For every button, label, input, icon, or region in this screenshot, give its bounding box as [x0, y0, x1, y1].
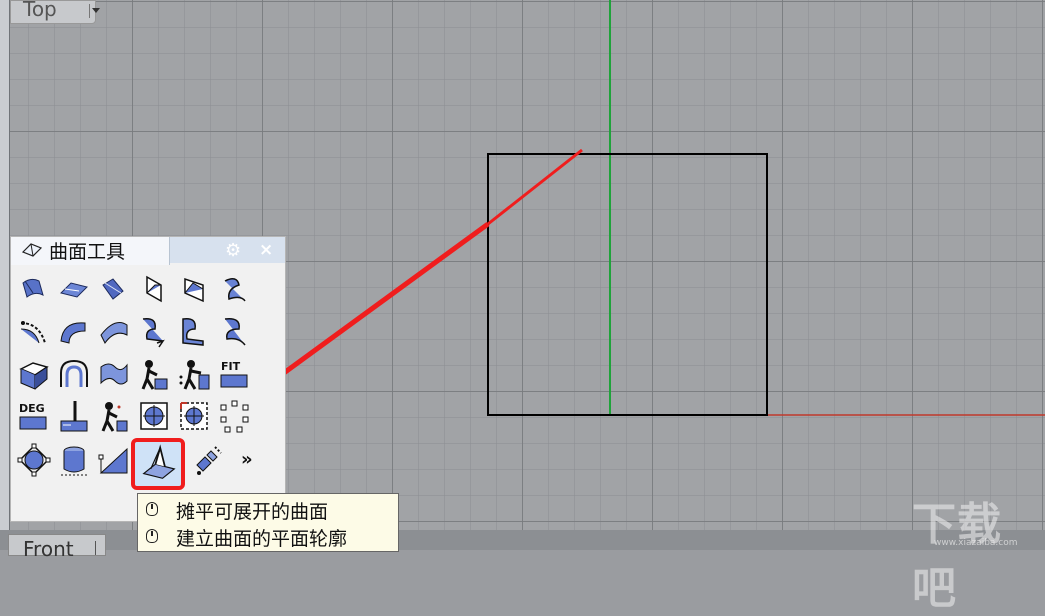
surface-bend-icon[interactable] — [57, 315, 91, 349]
surface-person2-icon[interactable] — [177, 357, 211, 391]
surface-extend-icon[interactable] — [217, 315, 251, 349]
left-mouse-icon — [146, 502, 158, 516]
gear-icon[interactable]: ⚙ — [225, 242, 243, 260]
surface-shade-icon[interactable] — [17, 357, 51, 391]
unroll-surface-icon[interactable] — [139, 443, 179, 483]
surface-plane-icon[interactable] — [57, 273, 91, 307]
surface-rebuild-icon[interactable] — [137, 315, 171, 349]
surface-tools-panel: 曲面工具 ⚙ × FIT DEG » — [10, 236, 286, 522]
surface-edit-icon[interactable] — [17, 273, 51, 307]
point-target-icon[interactable] — [137, 399, 171, 433]
close-icon[interactable]: × — [259, 241, 273, 259]
tab-surface-tools[interactable]: 曲面工具 — [11, 237, 170, 265]
tooltip-text: 摊平可展开的曲面 — [176, 501, 329, 523]
tooltip-row-left-click: 摊平可展开的曲面 — [138, 496, 398, 523]
surface-match-icon[interactable] — [177, 315, 211, 349]
separator — [95, 541, 96, 555]
control-points-icon[interactable] — [17, 443, 51, 477]
tooltip: 摊平可展开的曲面 建立曲面的平面轮廓 — [137, 493, 399, 552]
viewport-front-label: Front — [23, 537, 74, 561]
fit-icon[interactable]: FIT — [217, 357, 251, 391]
surface-cut-icon[interactable] — [57, 399, 91, 433]
viewport-title-label: Top — [23, 0, 57, 21]
right-mouse-icon — [146, 529, 158, 543]
chevron-down-icon[interactable] — [89, 4, 102, 18]
surface-fold-icon[interactable] — [137, 273, 171, 307]
surface-twist-icon[interactable] — [177, 273, 211, 307]
rectangle-curve[interactable] — [487, 153, 768, 416]
fillet-curve-icon[interactable] — [17, 315, 51, 349]
more-tools-button[interactable]: » — [241, 449, 275, 483]
panel-title: 曲面工具 — [49, 241, 126, 263]
cylinder-icon[interactable] — [57, 443, 91, 477]
tooltip-text: 建立曲面的平面轮廓 — [176, 528, 348, 550]
watermark-text: 下载吧 — [912, 499, 1002, 614]
fit-label: FIT — [221, 360, 241, 373]
watermark-url: www.xiazaiba.com — [934, 538, 1018, 548]
annotation-line — [487, 148, 583, 226]
deg-label: DEG — [19, 402, 45, 415]
dotted-square-icon[interactable] — [217, 399, 251, 433]
surface-wave-icon[interactable] — [97, 357, 131, 391]
panel-header: 曲面工具 ⚙ × — [11, 237, 285, 265]
watermark: 下载吧 www.xiazaiba.com — [912, 488, 1042, 614]
surface-blend-icon[interactable] — [217, 273, 251, 307]
point-target-active-icon[interactable] — [177, 399, 211, 433]
deg-icon[interactable]: DEG — [17, 399, 51, 433]
satellite-icon[interactable] — [191, 443, 225, 477]
surface-arch-icon[interactable] — [57, 357, 91, 391]
surface-person-icon[interactable] — [137, 357, 171, 391]
viewport-title-top[interactable]: Top — [10, 0, 100, 24]
surface-arc-icon[interactable] — [97, 315, 131, 349]
surface-tools-icon — [21, 243, 43, 257]
triangle-icon[interactable] — [97, 443, 131, 477]
surface-flip-icon[interactable] — [97, 273, 131, 307]
tooltip-row-right-click: 建立曲面的平面轮廓 — [138, 523, 398, 550]
surface-person3-icon[interactable] — [97, 399, 131, 433]
viewport-title-front[interactable]: Front — [8, 534, 106, 561]
